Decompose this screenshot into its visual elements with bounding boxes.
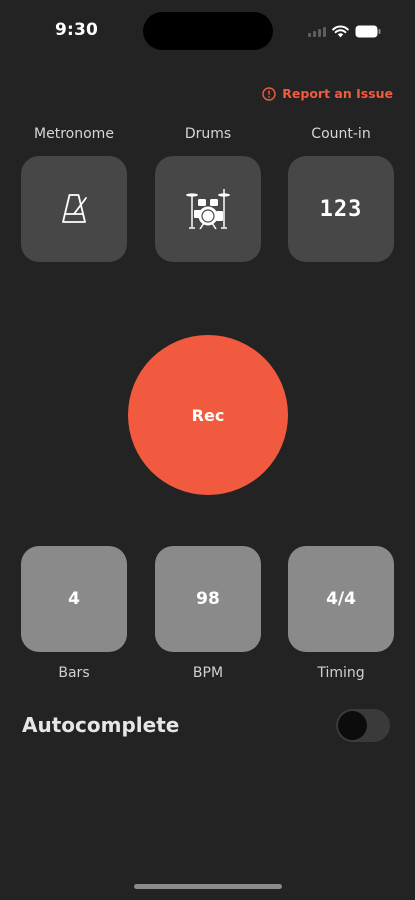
signal-icon	[308, 25, 326, 37]
record-button[interactable]: Rec	[128, 335, 288, 495]
drum-kit-icon	[186, 189, 230, 230]
wifi-icon	[332, 25, 349, 38]
metronome-button[interactable]	[21, 156, 127, 262]
alert-circle-icon	[262, 86, 276, 101]
count-in-button[interactable]: 123	[288, 156, 394, 262]
drums-label: Drums	[184, 126, 232, 142]
dynamic-island	[143, 12, 273, 50]
bars-value: 4	[68, 589, 80, 609]
record-label: Rec	[191, 405, 225, 425]
battery-icon	[355, 25, 381, 38]
bpm-button[interactable]: 98	[155, 546, 261, 652]
status-bar: 9:30	[0, 0, 415, 64]
toggle-knob	[338, 711, 367, 740]
bars-button[interactable]: 4	[21, 546, 127, 652]
home-indicator[interactable]	[134, 884, 282, 889]
bpm-label: BPM	[192, 665, 224, 681]
metronome-label: Metronome	[34, 126, 114, 142]
autocomplete-toggle[interactable]	[336, 709, 390, 742]
autocomplete-label: Autocomplete	[22, 713, 180, 737]
count-in-icon: 123	[319, 196, 363, 222]
timing-button[interactable]: 4/4	[288, 546, 394, 652]
bars-label: Bars	[58, 665, 90, 681]
metronome-icon	[62, 194, 87, 223]
report-issue-link[interactable]: Report an Issue	[262, 86, 393, 101]
timing-label: Timing	[317, 665, 365, 681]
status-icons	[308, 22, 381, 40]
timing-value: 4/4	[326, 589, 356, 609]
status-time: 9:30	[55, 20, 99, 40]
bpm-value: 98	[196, 589, 220, 609]
count-in-label: Count-in	[311, 126, 371, 142]
report-issue-label: Report an Issue	[282, 86, 393, 101]
drums-button[interactable]	[155, 156, 261, 262]
